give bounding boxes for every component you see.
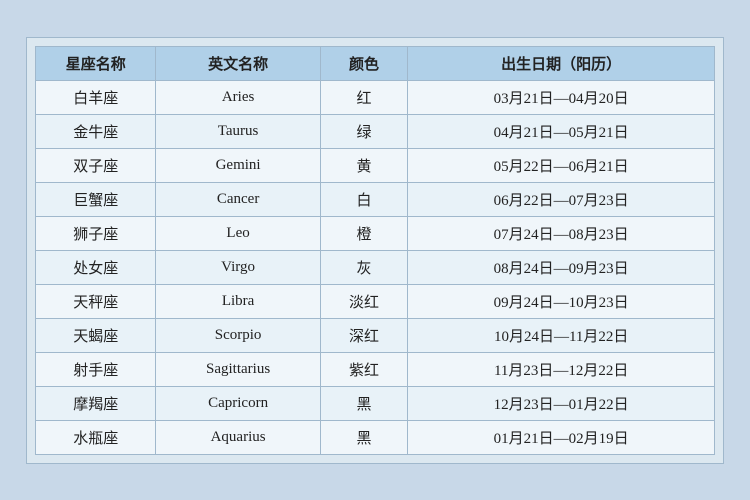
cell-date: 11月23日—12月22日 (408, 352, 715, 386)
cell-date: 10月24日—11月22日 (408, 318, 715, 352)
table-row: 水瓶座Aquarius黑01月21日—02月19日 (36, 420, 715, 454)
cell-date: 05月22日—06月21日 (408, 148, 715, 182)
table-row: 巨蟹座Cancer白06月22日—07月23日 (36, 182, 715, 216)
cell-chinese: 射手座 (36, 352, 156, 386)
cell-color: 白 (320, 182, 408, 216)
cell-color: 橙 (320, 216, 408, 250)
cell-english: Scorpio (156, 318, 320, 352)
cell-english: Aquarius (156, 420, 320, 454)
cell-color: 红 (320, 80, 408, 114)
cell-english: Sagittarius (156, 352, 320, 386)
cell-chinese: 天秤座 (36, 284, 156, 318)
cell-date: 12月23日—01月22日 (408, 386, 715, 420)
cell-chinese: 巨蟹座 (36, 182, 156, 216)
table-row: 金牛座Taurus绿04月21日—05月21日 (36, 114, 715, 148)
cell-color: 绿 (320, 114, 408, 148)
cell-date: 03月21日—04月20日 (408, 80, 715, 114)
cell-chinese: 摩羯座 (36, 386, 156, 420)
cell-english: Gemini (156, 148, 320, 182)
cell-english: Virgo (156, 250, 320, 284)
cell-english: Libra (156, 284, 320, 318)
table-row: 天秤座Libra淡红09月24日—10月23日 (36, 284, 715, 318)
cell-date: 07月24日—08月23日 (408, 216, 715, 250)
table-row: 摩羯座Capricorn黑12月23日—01月22日 (36, 386, 715, 420)
header-english: 英文名称 (156, 46, 320, 80)
cell-color: 紫红 (320, 352, 408, 386)
zodiac-table-container: 星座名称 英文名称 颜色 出生日期（阳历） 白羊座Aries红03月21日—04… (26, 37, 724, 464)
cell-date: 06月22日—07月23日 (408, 182, 715, 216)
header-color: 颜色 (320, 46, 408, 80)
cell-english: Aries (156, 80, 320, 114)
cell-color: 黑 (320, 386, 408, 420)
cell-color: 黄 (320, 148, 408, 182)
cell-color: 深红 (320, 318, 408, 352)
cell-date: 01月21日—02月19日 (408, 420, 715, 454)
cell-chinese: 白羊座 (36, 80, 156, 114)
cell-chinese: 金牛座 (36, 114, 156, 148)
header-chinese: 星座名称 (36, 46, 156, 80)
cell-chinese: 天蝎座 (36, 318, 156, 352)
zodiac-table: 星座名称 英文名称 颜色 出生日期（阳历） 白羊座Aries红03月21日—04… (35, 46, 715, 455)
table-row: 天蝎座Scorpio深红10月24日—11月22日 (36, 318, 715, 352)
table-row: 射手座Sagittarius紫红11月23日—12月22日 (36, 352, 715, 386)
table-body: 白羊座Aries红03月21日—04月20日金牛座Taurus绿04月21日—0… (36, 80, 715, 454)
table-row: 狮子座Leo橙07月24日—08月23日 (36, 216, 715, 250)
cell-date: 09月24日—10月23日 (408, 284, 715, 318)
cell-english: Leo (156, 216, 320, 250)
cell-date: 04月21日—05月21日 (408, 114, 715, 148)
header-date: 出生日期（阳历） (408, 46, 715, 80)
cell-english: Taurus (156, 114, 320, 148)
table-row: 白羊座Aries红03月21日—04月20日 (36, 80, 715, 114)
cell-date: 08月24日—09月23日 (408, 250, 715, 284)
cell-chinese: 狮子座 (36, 216, 156, 250)
cell-chinese: 处女座 (36, 250, 156, 284)
cell-english: Capricorn (156, 386, 320, 420)
cell-color: 淡红 (320, 284, 408, 318)
table-header-row: 星座名称 英文名称 颜色 出生日期（阳历） (36, 46, 715, 80)
table-row: 处女座Virgo灰08月24日—09月23日 (36, 250, 715, 284)
table-row: 双子座Gemini黄05月22日—06月21日 (36, 148, 715, 182)
cell-chinese: 双子座 (36, 148, 156, 182)
cell-chinese: 水瓶座 (36, 420, 156, 454)
cell-english: Cancer (156, 182, 320, 216)
cell-color: 灰 (320, 250, 408, 284)
cell-color: 黑 (320, 420, 408, 454)
